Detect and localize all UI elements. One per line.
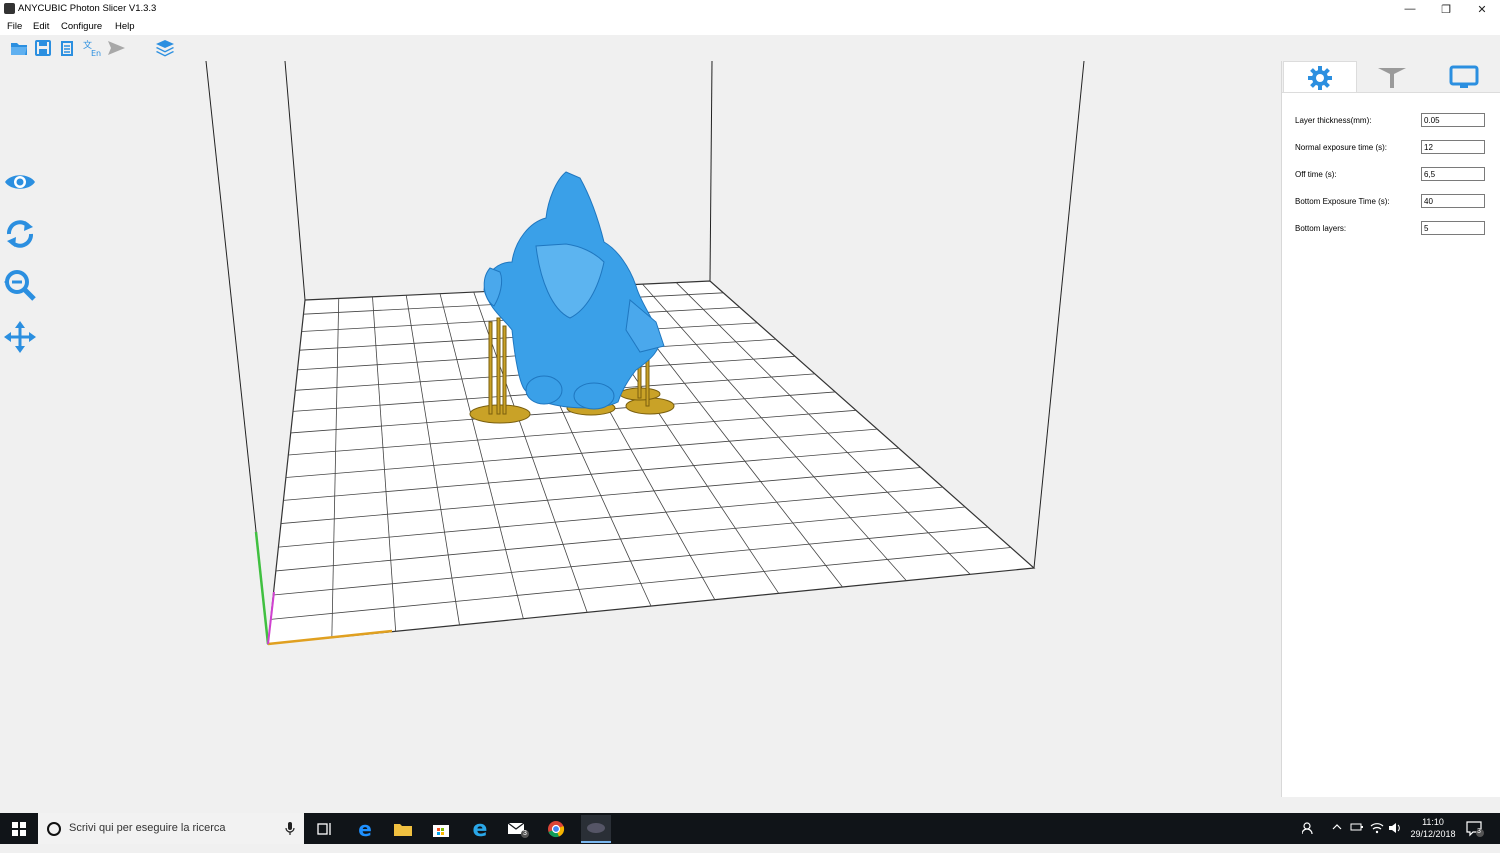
clock-time: 11:10 (1422, 817, 1444, 827)
microphone-icon[interactable] (285, 822, 295, 836)
field-bottom-exposure: Bottom Exposure Time (s): (1295, 194, 1495, 210)
internet-explorer-icon[interactable]: e (468, 817, 492, 842)
store-icon[interactable] (429, 817, 453, 841)
y-axis (254, 531, 270, 645)
edge-icon[interactable]: e (353, 817, 377, 841)
settings-form: Layer thickness(mm): Normal exposure tim… (1282, 92, 1500, 798)
wifi-icon[interactable] (1370, 822, 1384, 853)
save-icon[interactable] (33, 38, 53, 58)
people-icon[interactable] (1301, 822, 1316, 853)
field-normal-exposure: Normal exposure time (s): (1295, 140, 1495, 156)
move-icon[interactable] (3, 320, 37, 354)
menu-configure[interactable]: Configure (61, 21, 102, 32)
support-icon (1378, 67, 1406, 88)
field-label: Layer thickness(mm): (1295, 116, 1372, 125)
tab-settings[interactable] (1283, 61, 1357, 93)
restore-button[interactable]: ❐ (1428, 0, 1464, 18)
chrome-icon[interactable] (544, 817, 568, 841)
field-layer-thickness: Layer thickness(mm): (1295, 113, 1495, 129)
svg-text:En: En (91, 49, 101, 58)
copy-icon[interactable] (58, 38, 78, 58)
rotate-icon[interactable] (3, 217, 37, 251)
search-placeholder: Scrivi qui per eseguire la ricerca (69, 822, 226, 834)
app-icon (4, 3, 15, 14)
cortana-icon (47, 822, 61, 836)
eye-icon[interactable] (3, 165, 37, 199)
tab-monitor[interactable] (1428, 61, 1500, 92)
toolbar: 文 En (0, 35, 1500, 62)
field-label: Normal exposure time (s): (1295, 143, 1388, 152)
photon-slicer-taskbar-icon[interactable] (581, 815, 611, 843)
taskbar: Scrivi qui per eseguire la ricerca e e 3 (0, 813, 1500, 844)
task-view-icon[interactable] (313, 817, 337, 841)
build-volume (205, 61, 1085, 646)
send-icon[interactable] (106, 38, 126, 58)
close-button[interactable]: ✕ (1464, 0, 1500, 18)
menu-file[interactable]: File (7, 21, 22, 32)
battery-icon[interactable] (1350, 822, 1364, 853)
settings-gear-icon (1308, 65, 1332, 90)
3d-viewport[interactable] (0, 61, 1281, 797)
field-off-time: Off time (s): (1295, 167, 1495, 183)
language-icon[interactable]: 文En (82, 38, 102, 58)
title-bar: ANYCUBIC Photon Slicer V1.3.3 — ❐ ✕ (0, 0, 1500, 18)
layer-thickness-input[interactable] (1421, 113, 1485, 127)
settings-panel: Layer thickness(mm): Normal exposure tim… (1281, 61, 1500, 798)
mail-icon[interactable]: 3 (506, 817, 530, 841)
tab-supports[interactable] (1356, 61, 1428, 92)
bottom-exposure-input[interactable] (1421, 194, 1485, 208)
panel-tabs (1282, 61, 1500, 93)
monitor-icon (1449, 65, 1479, 88)
field-label: Off time (s): (1295, 170, 1337, 179)
volume-icon[interactable] (1388, 822, 1402, 853)
notification-badge: 3 (1477, 828, 1481, 835)
menu-bar: File Edit Configure Help (0, 18, 1500, 35)
file-explorer-icon[interactable] (391, 817, 415, 841)
menu-edit[interactable]: Edit (33, 21, 49, 32)
open-folder-icon[interactable] (9, 38, 29, 58)
minimize-button[interactable]: — (1392, 0, 1428, 18)
mail-badge: 3 (523, 830, 527, 837)
chevron-up-icon[interactable] (1332, 822, 1342, 853)
clock[interactable]: 11:10 29/12/2018 (1408, 816, 1458, 847)
status-strip (0, 797, 1500, 813)
normal-exposure-input[interactable] (1421, 140, 1485, 154)
start-button[interactable] (0, 813, 38, 844)
field-label: Bottom layers: (1295, 224, 1347, 233)
menu-help[interactable]: Help (115, 21, 135, 32)
clock-date: 29/12/2018 (1410, 829, 1456, 839)
zoom-icon[interactable] (3, 268, 37, 302)
window-title: ANYCUBIC Photon Slicer V1.3.3 (18, 3, 157, 14)
taskbar-search[interactable]: Scrivi qui per eseguire la ricerca (38, 813, 304, 844)
off-time-input[interactable] (1421, 167, 1485, 181)
layers-icon[interactable] (155, 38, 175, 58)
field-bottom-layers: Bottom layers: (1295, 221, 1495, 237)
field-label: Bottom Exposure Time (s): (1295, 197, 1390, 206)
bottom-layers-input[interactable] (1421, 221, 1485, 235)
notifications-icon[interactable]: 3 (1466, 821, 1484, 852)
windows-icon (12, 821, 26, 836)
